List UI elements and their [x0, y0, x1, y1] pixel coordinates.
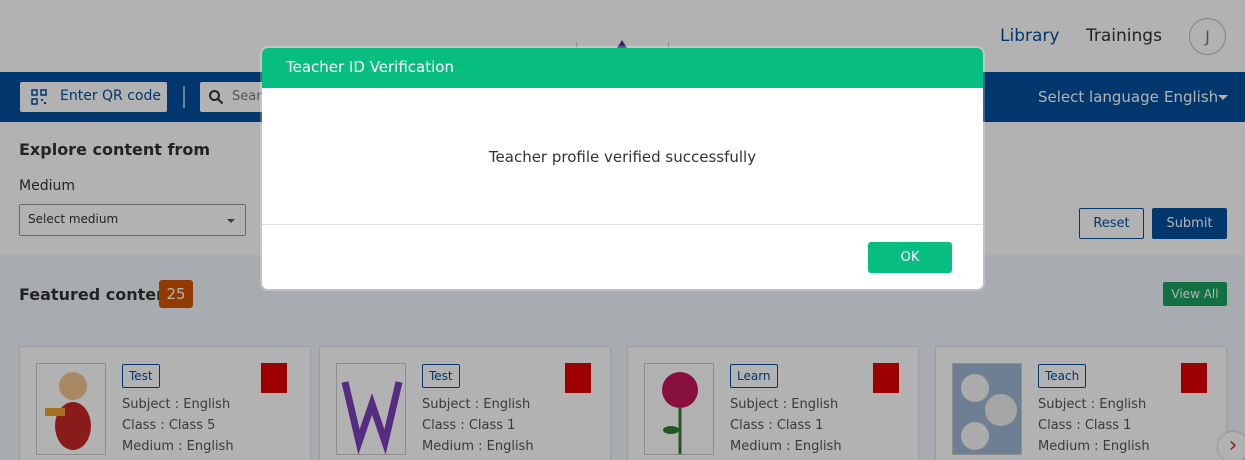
teacher-id-verification-modal: Teacher ID Verification Teacher profile …: [262, 48, 983, 289]
modal-message: Teacher profile verified successfully: [488, 148, 757, 166]
modal-header: Teacher ID Verification: [262, 48, 983, 88]
ok-button[interactable]: OK: [868, 242, 952, 273]
modal-message-wrap: Teacher profile verified successfully: [262, 148, 983, 166]
modal-title: Teacher ID Verification: [286, 58, 454, 76]
modal-divider: [262, 224, 983, 225]
